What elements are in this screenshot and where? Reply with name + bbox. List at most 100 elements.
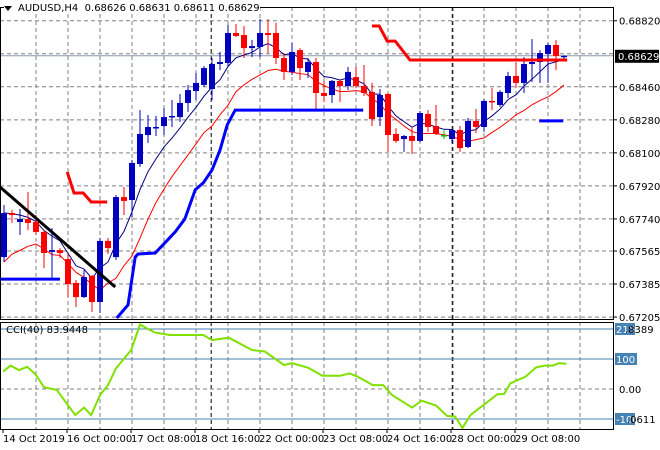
time-tick-label: 24 Oct 16:00 [387, 434, 452, 445]
candle-bullish [377, 95, 383, 118]
price-tick-label: 0.68820 [619, 17, 660, 28]
candle-bearish [273, 33, 279, 58]
cci-value: 83.9448 [46, 325, 88, 336]
candle-bullish [329, 80, 335, 96]
trailing-stop-red [65, 171, 108, 204]
candle-bullish [113, 197, 119, 258]
price-tick-label: 0.67205 [619, 313, 660, 324]
candle-bullish [305, 62, 311, 72]
candle-bullish [129, 162, 135, 200]
price-tick-label: 0.67565 [619, 247, 660, 258]
candle-bearish [89, 275, 95, 303]
open-price: 0.68626 [84, 3, 127, 14]
cci-label: CCI(40) 83.9448 [6, 325, 88, 336]
candle-bearish [281, 57, 287, 72]
cci-level-label: 100 [616, 355, 635, 366]
candle-bearish [321, 93, 327, 96]
price-tick-label: 0.67385 [619, 280, 660, 291]
candle-bearish [489, 100, 495, 103]
candle-bullish [225, 33, 231, 63]
candle-bearish [409, 135, 415, 141]
candle-bullish [289, 51, 295, 72]
candle-bullish [505, 75, 511, 94]
price-tick-label: 0.68280 [619, 116, 660, 127]
candle-bullish [345, 71, 351, 87]
indicator-overlays [3, 42, 565, 291]
candle-bullish [249, 46, 255, 49]
high-price: 0.68631 [129, 3, 171, 14]
dropdown-triangle-icon[interactable] [4, 5, 12, 11]
time-tick-label: 14 Oct 2019 [3, 434, 65, 445]
price-tick-label: 0.68100 [619, 149, 660, 160]
candle-bullish [401, 135, 407, 140]
candle-bullish [481, 100, 487, 127]
candle-bearish [25, 219, 31, 223]
chart-header: AUDUSD,H4 0.68626 0.68631 0.68611 0.6862… [4, 3, 260, 14]
candle-bullish [209, 64, 215, 89]
candle-bearish [265, 33, 271, 36]
candle-bearish [433, 126, 439, 134]
cci-panel [0, 323, 613, 430]
candle-bearish [353, 77, 359, 87]
time-tick-label: 17 Oct 08:00 [131, 434, 196, 445]
low-price: 0.68611 [173, 3, 216, 14]
candle-bullish [545, 44, 551, 54]
price-tick-label: 0.67740 [619, 215, 660, 226]
current-price-label: 0.68629 [618, 52, 659, 63]
candle-bearish [73, 282, 79, 298]
candle-bullish [441, 135, 447, 137]
candle-bullish [1, 213, 7, 258]
candle-bullish [465, 120, 471, 147]
candle-bullish [81, 277, 87, 298]
cci-line [2, 323, 567, 430]
cci-zero-label: 0.00 [619, 385, 641, 396]
candle-bearish [457, 130, 463, 149]
candle-bearish [313, 62, 319, 94]
cci-name: CCI(40) [6, 325, 44, 336]
price-tick-label: 0.67920 [619, 182, 660, 193]
candle-bullish [521, 64, 527, 83]
candle-bearish [513, 75, 519, 83]
candle-bullish [217, 62, 223, 65]
candle-bullish [561, 55, 567, 58]
candle-bearish [57, 250, 63, 254]
time-tick-label: 29 Oct 08:00 [515, 434, 580, 445]
trailing-stop-blue [115, 108, 364, 319]
main-panel-frame [0, 7, 614, 320]
candle-bearish [369, 91, 375, 120]
time-tick-label: 16 Oct 00:00 [67, 434, 132, 445]
candle-bearish [33, 222, 39, 232]
candle-bullish [417, 113, 423, 141]
time-tick-label: 22 Oct 00:00 [259, 434, 324, 445]
time-tick-label: 18 Oct 16:00 [195, 434, 260, 445]
candle-bullish [257, 33, 263, 47]
candle-bearish [241, 35, 247, 49]
candles [1, 19, 567, 314]
cci-max-label: .8389 [625, 325, 654, 336]
candle-bearish [297, 50, 303, 69]
candle-bullish [137, 133, 143, 165]
candle-bullish [153, 126, 159, 129]
candle-bearish [121, 197, 127, 201]
candle-bearish [105, 240, 111, 249]
candle-bearish [361, 86, 367, 94]
candle-bearish [425, 113, 431, 127]
candle-bearish [385, 93, 391, 136]
trading-chart[interactable]: 0.68820 0.68460 0.68280 0.68100 0.67920 0.677… [0, 0, 660, 450]
axes: 0.68820 0.68460 0.68280 0.68100 0.67920 0.677… [0, 7, 660, 445]
candle-bullish [17, 219, 23, 223]
candle-bearish [41, 231, 47, 254]
candle-bearish [9, 213, 15, 216]
candle-bullish [201, 68, 207, 85]
candle-bearish [553, 44, 559, 56]
candle-bullish [449, 130, 455, 140]
candle-bullish [497, 91, 503, 105]
price-tick-label: 0.68460 [619, 83, 660, 94]
cci-min-label: .0611 [627, 415, 656, 426]
symbol: AUDUSD,H4 [18, 3, 79, 14]
candle-bearish [393, 133, 399, 141]
candle-bullish [177, 102, 183, 118]
candle-bearish [233, 33, 239, 36]
candle-bearish [65, 259, 71, 285]
candle-bullish [145, 126, 151, 136]
